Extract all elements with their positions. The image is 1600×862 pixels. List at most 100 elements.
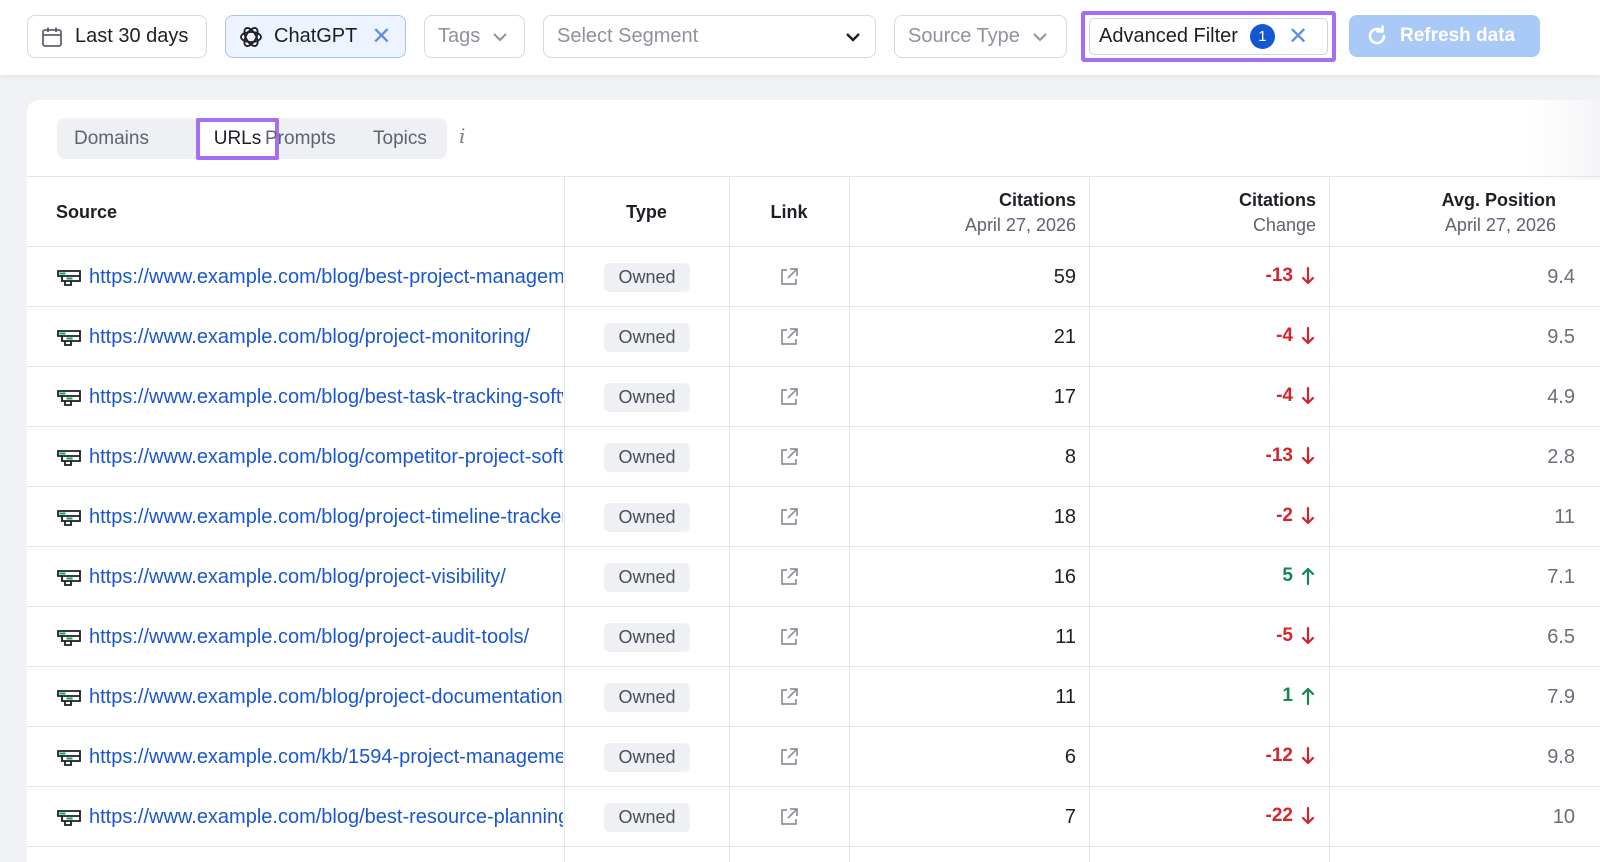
view-tabs: Domains URLs Prompts Topics	[57, 118, 447, 160]
tab-domains[interactable]: Domains	[74, 118, 149, 159]
table-row: https://www.example.com/blog/best-projec…	[27, 247, 1600, 307]
calendar-icon	[42, 27, 62, 47]
citations-change: -4	[1089, 325, 1315, 347]
citations-value: 17	[1053, 386, 1076, 408]
external-link-icon[interactable]	[779, 567, 799, 587]
external-link-icon[interactable]	[779, 747, 799, 767]
avg-position-value: 9.4	[1547, 266, 1575, 288]
external-link-icon[interactable]	[779, 327, 799, 347]
citations-change-value: -4	[1276, 325, 1293, 346]
citations-change: -4	[1089, 385, 1315, 407]
date-range-label: Last 30 days	[75, 25, 189, 47]
avg-position-value: 7.1	[1547, 566, 1575, 588]
citations-change: 5	[1089, 565, 1315, 587]
citations-change-value: -22	[1265, 805, 1293, 826]
citations-header-title: Citations	[998, 190, 1076, 210]
source-url-link[interactable]: https://www.example.com/blog/best-projec…	[89, 266, 563, 289]
source-type-icon	[57, 690, 81, 706]
close-icon[interactable]: ✕	[371, 24, 391, 49]
source-url-link[interactable]: https://www.example.com/blog/project-aud…	[89, 626, 563, 649]
avg-position-header-date: April 27, 2026	[1444, 215, 1556, 235]
arrow-down-icon	[1301, 626, 1315, 645]
source-url-link[interactable]: https://www.example.com/blog/competitor-…	[89, 446, 563, 469]
external-link-icon[interactable]	[779, 507, 799, 527]
type-badge: Owned	[604, 683, 690, 712]
citations-change-value: -13	[1265, 265, 1293, 286]
source-type-icon	[57, 630, 81, 646]
citations-change-value: -13	[1265, 445, 1293, 466]
advanced-filter-chip[interactable]: Advanced Filter 1 ✕	[1089, 18, 1328, 55]
external-link-icon[interactable]	[779, 387, 799, 407]
date-range-picker[interactable]: Last 30 days	[27, 15, 207, 58]
avg-position-value: 2.8	[1547, 446, 1575, 468]
citations-value: 59	[1053, 266, 1076, 288]
source-type-dropdown[interactable]: Source Type	[894, 15, 1067, 58]
citations-change: -12	[1089, 745, 1315, 767]
citations-value: 8	[1064, 446, 1076, 468]
tab-topics[interactable]: Topics	[373, 118, 427, 159]
tab-prompts[interactable]: Prompts	[265, 118, 336, 159]
citations-value: 16	[1053, 566, 1076, 588]
avg-position-value: 4.9	[1547, 386, 1575, 408]
tags-placeholder: Tags	[438, 25, 481, 47]
arrow-down-icon	[1301, 386, 1315, 405]
table-row: https://www.example.com/blog/project-doc…	[27, 667, 1600, 727]
info-icon[interactable]: i	[459, 124, 465, 148]
source-url-link[interactable]: https://www.example.com/kb/1594-project-…	[89, 746, 563, 769]
citations-value: 18	[1053, 506, 1076, 528]
citations-change-value: 5	[1282, 565, 1293, 586]
table-row: https://www.example.com/blog/best-task-t…	[27, 367, 1600, 427]
tags-dropdown[interactable]: Tags	[424, 15, 525, 58]
arrow-down-icon	[1301, 746, 1315, 765]
type-badge: Owned	[604, 803, 690, 832]
change-header-title: Citations	[1238, 190, 1316, 210]
citations-change: -22	[1089, 805, 1315, 827]
avg-position-value: 9.8	[1547, 746, 1575, 768]
source-type-placeholder: Source Type	[908, 25, 1020, 47]
source-type-icon	[57, 810, 81, 826]
advanced-filter-count-badge: 1	[1249, 24, 1275, 49]
citations-value: 21	[1053, 326, 1076, 348]
source-url-link[interactable]: https://www.example.com/blog/project-vis…	[89, 566, 563, 589]
filter-bar: Last 30 days ChatGPT ✕ Tags Select Segme…	[0, 0, 1600, 75]
refresh-data-label: Refresh data	[1400, 25, 1516, 46]
segment-placeholder: Select Segment	[557, 25, 699, 47]
avg-position-header-title: Avg. Position	[1441, 190, 1556, 210]
avg-position-value: 6.5	[1547, 626, 1575, 648]
citations-change-value: -4	[1276, 385, 1293, 406]
chevron-down-icon	[493, 32, 507, 41]
source-type-icon	[57, 390, 81, 406]
avg-position-value: 9.5	[1547, 326, 1575, 348]
citations-change-value: -5	[1276, 625, 1293, 646]
source-url-link[interactable]: https://www.example.com/blog/project-doc…	[89, 686, 563, 709]
refresh-data-button[interactable]: Refresh data	[1349, 15, 1540, 57]
source-type-icon	[57, 570, 81, 586]
source-type-icon	[57, 750, 81, 766]
citations-change: 1	[1089, 685, 1315, 707]
source-url-link[interactable]: https://www.example.com/blog/best-resour…	[89, 806, 563, 829]
citations-header-date: April 27, 2026	[964, 215, 1076, 235]
segment-select[interactable]: Select Segment	[543, 15, 876, 58]
citations-change-value: 1	[1282, 685, 1293, 706]
source-url-link[interactable]: https://www.example.com/blog/project-mon…	[89, 326, 563, 349]
citations-value: 11	[1055, 686, 1076, 708]
citations-change: -2	[1089, 505, 1315, 527]
source-url-link[interactable]: https://www.example.com/blog/best-task-t…	[89, 386, 563, 409]
external-link-icon[interactable]	[779, 687, 799, 707]
type-badge: Owned	[604, 323, 690, 352]
engine-filter-chip[interactable]: ChatGPT ✕	[225, 15, 406, 58]
type-badge: Owned	[604, 563, 690, 592]
external-link-icon[interactable]	[779, 627, 799, 647]
external-link-icon[interactable]	[779, 807, 799, 827]
external-link-icon[interactable]	[779, 447, 799, 467]
type-badge: Owned	[604, 443, 690, 472]
tab-urls-label: URLs	[213, 128, 262, 149]
citations-change-value: -12	[1265, 745, 1293, 766]
external-link-icon[interactable]	[779, 267, 799, 287]
close-icon[interactable]: ✕	[1288, 24, 1308, 49]
source-url-link[interactable]: https://www.example.com/blog/project-tim…	[89, 506, 563, 529]
source-type-icon	[57, 450, 81, 466]
citations-change-value: -2	[1276, 505, 1293, 526]
type-badge: Owned	[604, 503, 690, 532]
advanced-filter-label: Advanced Filter	[1099, 25, 1238, 47]
